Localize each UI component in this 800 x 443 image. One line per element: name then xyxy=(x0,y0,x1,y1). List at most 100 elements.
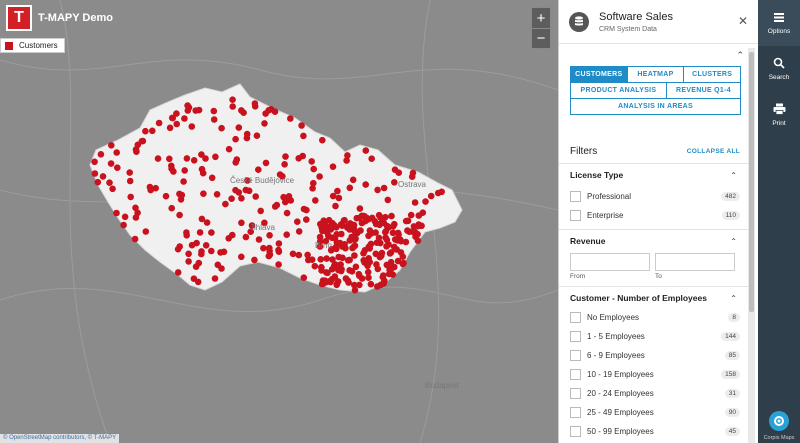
customer-marker[interactable] xyxy=(295,251,303,259)
customer-marker[interactable] xyxy=(257,207,265,215)
customer-marker[interactable] xyxy=(427,192,435,200)
customer-marker[interactable] xyxy=(335,253,343,261)
customer-marker[interactable] xyxy=(126,169,133,176)
customer-marker[interactable] xyxy=(324,269,331,277)
customer-marker[interactable] xyxy=(407,211,415,219)
customer-marker[interactable] xyxy=(338,266,345,273)
customer-marker[interactable] xyxy=(162,192,170,200)
tab-revenue-q1-4[interactable]: REVENUE Q1-4 xyxy=(665,82,741,99)
customer-marker[interactable] xyxy=(349,176,357,184)
customer-marker[interactable] xyxy=(342,275,350,282)
customer-marker[interactable] xyxy=(225,145,233,153)
customer-marker[interactable] xyxy=(91,170,99,177)
customer-marker[interactable] xyxy=(329,192,337,200)
customer-marker[interactable] xyxy=(251,100,259,107)
customer-marker[interactable] xyxy=(233,156,241,163)
chevron-up-icon[interactable]: ⌃ xyxy=(730,237,737,246)
checkbox[interactable] xyxy=(570,350,581,361)
customer-marker[interactable] xyxy=(318,264,325,271)
checkbox[interactable] xyxy=(570,369,581,380)
customer-marker[interactable] xyxy=(390,222,397,230)
customer-marker[interactable] xyxy=(149,127,156,135)
customer-marker[interactable] xyxy=(303,216,310,223)
customer-marker[interactable] xyxy=(185,258,192,265)
customer-marker[interactable] xyxy=(346,237,354,244)
customer-marker[interactable] xyxy=(174,245,182,253)
customer-marker[interactable] xyxy=(352,235,359,242)
customer-marker[interactable] xyxy=(232,186,239,194)
customer-marker[interactable] xyxy=(121,213,129,221)
customer-marker[interactable] xyxy=(271,108,279,115)
zoom-out-button[interactable]: − xyxy=(532,28,550,48)
customer-marker[interactable] xyxy=(327,278,334,286)
customer-marker[interactable] xyxy=(382,213,389,221)
customer-marker[interactable] xyxy=(346,184,354,192)
customer-marker[interactable] xyxy=(198,165,206,173)
customer-marker[interactable] xyxy=(198,250,205,258)
customer-marker[interactable] xyxy=(107,160,115,167)
customer-marker[interactable] xyxy=(108,142,115,149)
checkbox[interactable] xyxy=(570,388,581,399)
tab-clusters[interactable]: CLUSTERS xyxy=(683,66,742,83)
customer-marker[interactable] xyxy=(229,231,236,239)
customer-marker[interactable] xyxy=(391,179,398,186)
customer-marker[interactable] xyxy=(240,109,247,116)
customer-marker[interactable] xyxy=(373,239,381,246)
customer-marker[interactable] xyxy=(275,261,282,268)
customer-marker[interactable] xyxy=(120,221,127,229)
customer-marker[interactable] xyxy=(353,214,361,222)
close-icon[interactable]: ✕ xyxy=(738,14,748,28)
customer-marker[interactable] xyxy=(275,240,283,247)
customer-marker[interactable] xyxy=(344,257,352,264)
customer-marker[interactable] xyxy=(303,206,310,214)
customer-marker[interactable] xyxy=(190,157,198,164)
customer-marker[interactable] xyxy=(283,231,291,238)
checkbox[interactable] xyxy=(570,407,581,418)
customer-marker[interactable] xyxy=(208,174,216,182)
customer-marker[interactable] xyxy=(312,197,319,204)
customer-marker[interactable] xyxy=(208,247,215,255)
customer-marker[interactable] xyxy=(213,191,221,198)
customer-marker[interactable] xyxy=(329,256,336,263)
customer-marker[interactable] xyxy=(155,119,163,127)
customer-marker[interactable] xyxy=(415,222,422,230)
customer-marker[interactable] xyxy=(414,230,421,238)
customer-marker[interactable] xyxy=(360,250,367,257)
customer-marker[interactable] xyxy=(374,265,382,273)
customer-marker[interactable] xyxy=(338,230,345,238)
customer-marker[interactable] xyxy=(222,200,229,208)
customer-marker[interactable] xyxy=(411,199,419,206)
customer-marker[interactable] xyxy=(266,232,273,239)
customer-marker[interactable] xyxy=(176,211,183,219)
customer-marker[interactable] xyxy=(154,155,162,162)
search-button[interactable]: Search xyxy=(758,46,800,92)
customer-marker[interactable] xyxy=(147,186,154,194)
customer-marker[interactable] xyxy=(188,123,196,130)
customer-marker[interactable] xyxy=(310,165,318,173)
collapse-all-link[interactable]: COLLAPSE ALL xyxy=(687,148,740,155)
customer-marker[interactable] xyxy=(99,173,107,180)
customer-marker[interactable] xyxy=(94,178,102,186)
customer-marker[interactable] xyxy=(331,262,338,269)
customer-marker[interactable] xyxy=(218,265,225,272)
customer-marker[interactable] xyxy=(212,153,219,161)
customer-marker[interactable] xyxy=(308,158,316,165)
customer-marker[interactable] xyxy=(364,268,372,276)
customer-marker[interactable] xyxy=(367,280,375,288)
customer-marker[interactable] xyxy=(287,115,294,122)
customer-marker[interactable] xyxy=(308,256,316,264)
filter-option[interactable]: No Employees 8 xyxy=(559,308,751,327)
customer-marker[interactable] xyxy=(210,116,218,123)
customer-marker[interactable] xyxy=(372,229,379,236)
chevron-up-icon[interactable]: ⌃ xyxy=(730,294,737,303)
customer-marker[interactable] xyxy=(360,257,368,264)
customer-marker[interactable] xyxy=(380,184,388,192)
customer-marker[interactable] xyxy=(228,195,235,202)
tab-customers[interactable]: CUSTOMERS xyxy=(570,66,628,83)
customer-marker[interactable] xyxy=(181,167,188,174)
customer-marker[interactable] xyxy=(229,103,236,110)
print-button[interactable]: Print xyxy=(758,92,800,138)
customer-marker[interactable] xyxy=(349,244,356,252)
customer-marker[interactable] xyxy=(382,234,389,241)
customer-marker[interactable] xyxy=(321,221,329,228)
